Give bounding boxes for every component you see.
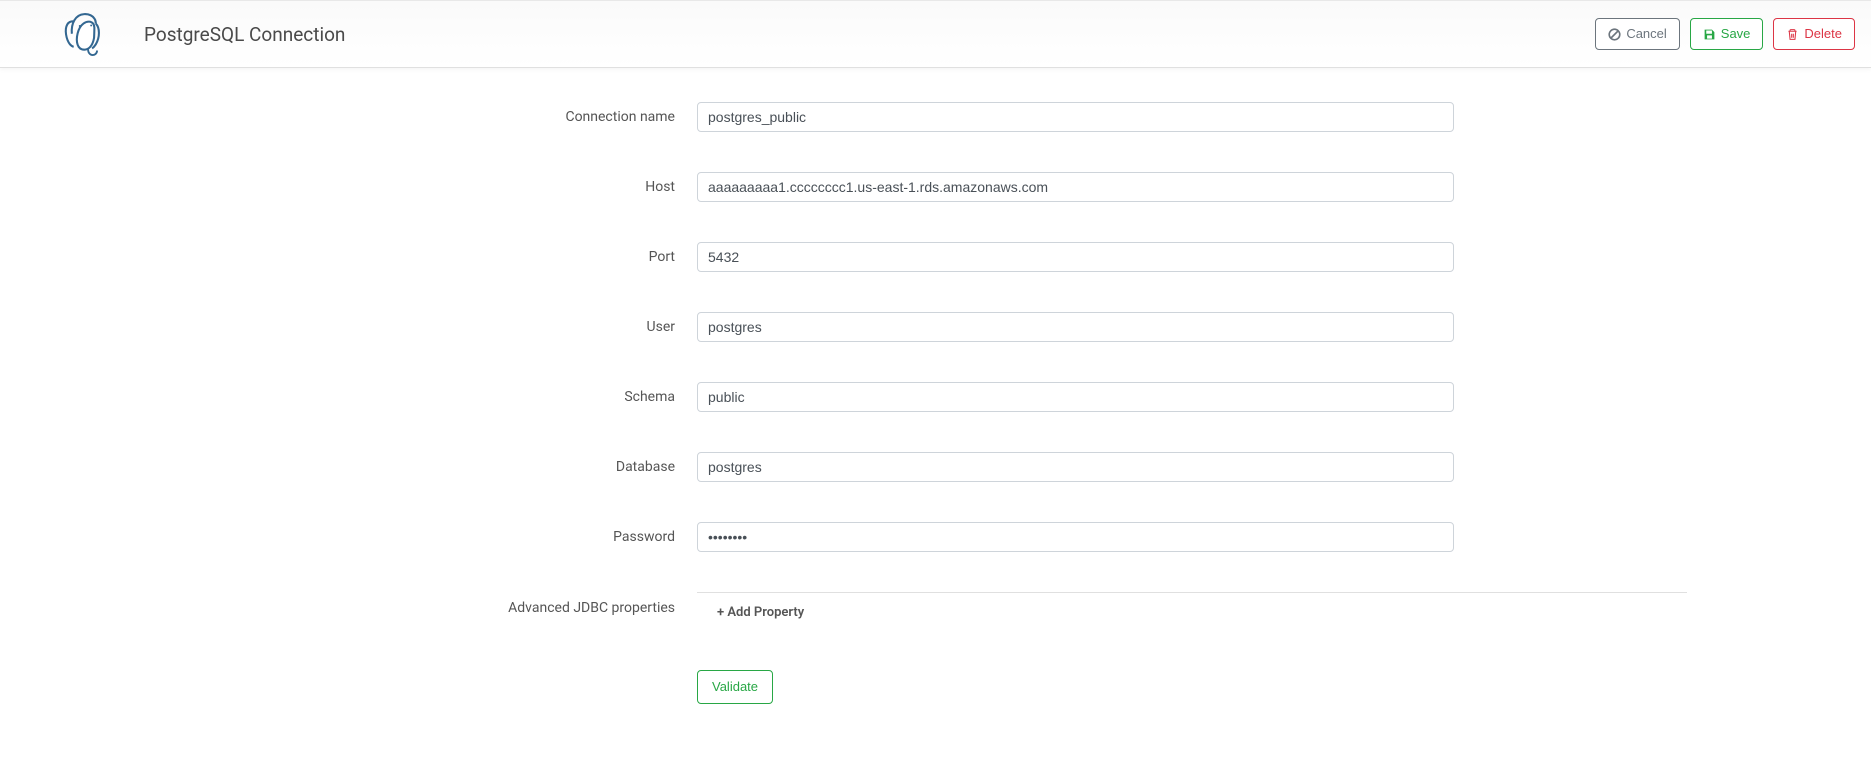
user-row: User [184, 312, 1687, 342]
advanced-label: Advanced JDBC properties [184, 592, 697, 620]
advanced-content: + Add Property [697, 592, 1687, 620]
header-left: PostgreSQL Connection [16, 9, 345, 59]
connection-name-row: Connection name [184, 102, 1687, 132]
advanced-section: Advanced JDBC properties + Add Property [184, 592, 1687, 620]
password-label: Password [184, 529, 697, 545]
schema-label: Schema [184, 389, 697, 405]
delete-button-label: Delete [1804, 24, 1842, 44]
header-actions: Cancel Save Delete [1595, 18, 1855, 50]
cancel-button-label: Cancel [1626, 24, 1666, 44]
validate-row: Validate [184, 670, 1687, 704]
database-label: Database [184, 459, 697, 475]
cancel-button[interactable]: Cancel [1595, 18, 1679, 50]
trash-icon [1786, 28, 1799, 41]
port-label: Port [184, 249, 697, 265]
delete-button[interactable]: Delete [1773, 18, 1855, 50]
database-input[interactable] [697, 452, 1454, 482]
save-icon [1703, 28, 1716, 41]
password-row: Password [184, 522, 1687, 552]
add-property-button[interactable]: + Add Property [697, 605, 1687, 620]
validate-button[interactable]: Validate [697, 670, 773, 704]
user-input[interactable] [697, 312, 1454, 342]
postgresql-logo-icon [58, 9, 108, 59]
form-container: Connection name Host Port User Schema [168, 102, 1703, 704]
database-row: Database [184, 452, 1687, 482]
save-button[interactable]: Save [1690, 18, 1764, 50]
port-row: Port [184, 242, 1687, 272]
cancel-icon [1608, 28, 1621, 41]
page-header: PostgreSQL Connection Cancel Save [0, 0, 1871, 68]
host-input[interactable] [697, 172, 1454, 202]
host-row: Host [184, 172, 1687, 202]
schema-row: Schema [184, 382, 1687, 412]
content-area: Connection name Host Port User Schema [0, 82, 1871, 704]
user-label: User [184, 319, 697, 335]
connection-name-label: Connection name [184, 109, 697, 125]
host-label: Host [184, 179, 697, 195]
password-input[interactable] [697, 522, 1454, 552]
connection-name-input[interactable] [697, 102, 1454, 132]
port-input[interactable] [697, 242, 1454, 272]
save-button-label: Save [1721, 24, 1751, 44]
schema-input[interactable] [697, 382, 1454, 412]
page-title: PostgreSQL Connection [144, 23, 345, 46]
